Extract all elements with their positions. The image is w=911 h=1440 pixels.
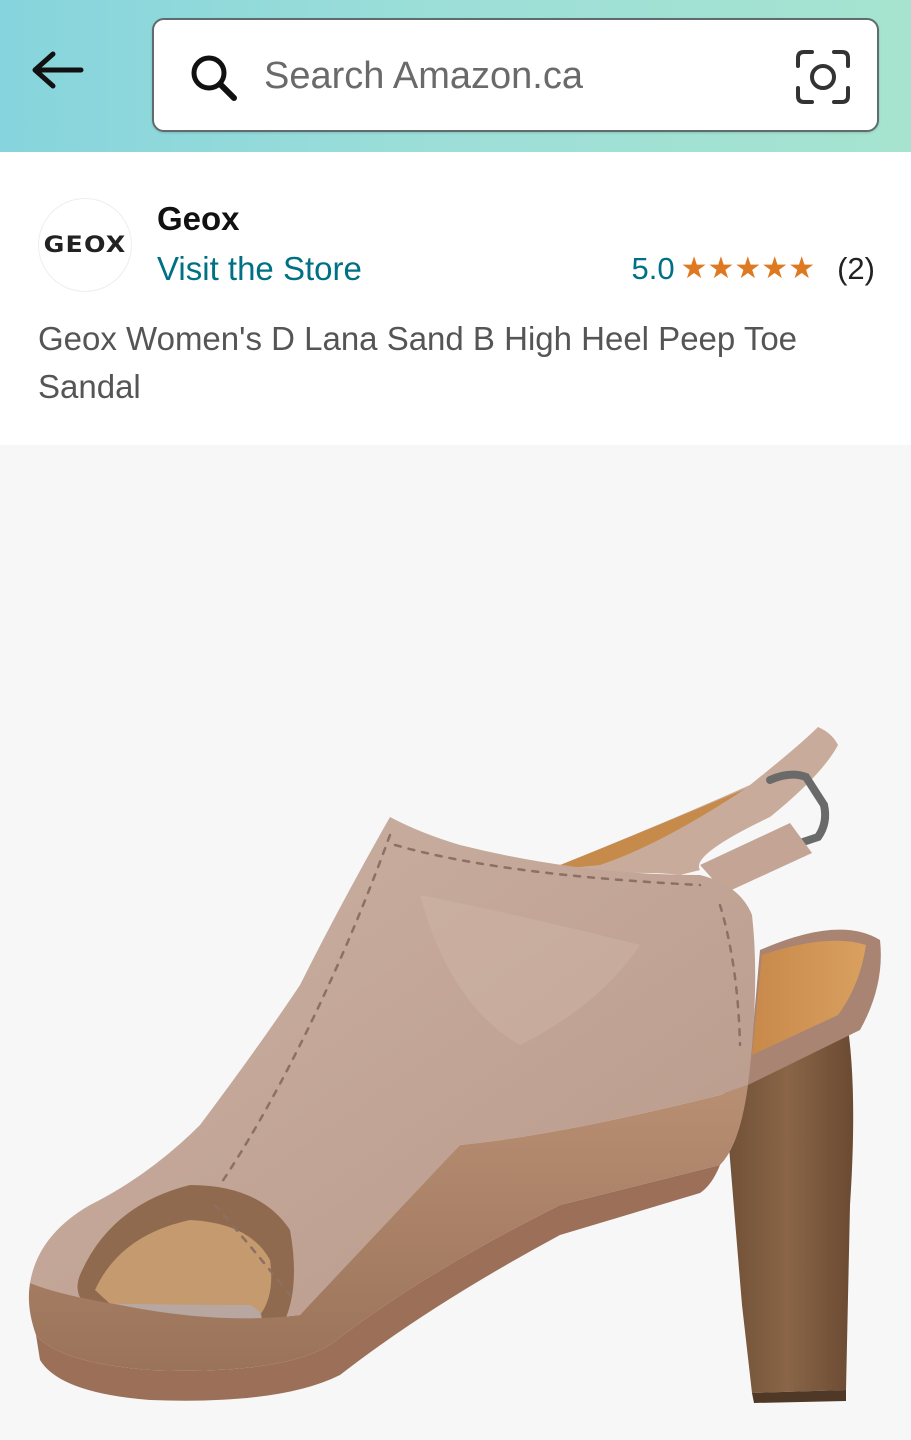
brand-logo-text: GEOX: [43, 232, 127, 258]
star-icon: ★: [707, 251, 735, 286]
search-icon: [191, 55, 237, 101]
visit-store-link[interactable]: Visit the Store: [157, 248, 362, 290]
star-icon: ★: [761, 251, 789, 286]
back-button[interactable]: [22, 38, 92, 102]
review-count: (2): [837, 251, 875, 286]
rating-summary[interactable]: 5.0 ★ ★ ★ ★ ★ (2): [631, 248, 875, 290]
camera-lens-icon[interactable]: [794, 48, 852, 106]
star-icon: ★: [788, 251, 816, 286]
rating-value: 5.0: [631, 251, 675, 286]
star-rating: ★ ★ ★ ★ ★: [681, 254, 816, 284]
star-icon: ★: [734, 251, 762, 286]
brand-logo[interactable]: GEOX: [38, 198, 132, 292]
search-header: [0, 0, 911, 152]
search-box[interactable]: [152, 18, 879, 132]
search-input[interactable]: [264, 42, 784, 110]
star-icon: ★: [680, 251, 708, 286]
product-image[interactable]: [0, 445, 911, 1440]
product-title: Geox Women's D Lana Sand B High Heel Pee…: [38, 320, 798, 405]
arrow-left-icon: [32, 51, 84, 89]
brand-name: Geox: [157, 200, 240, 237]
sandal-product-image: [28, 727, 881, 1403]
